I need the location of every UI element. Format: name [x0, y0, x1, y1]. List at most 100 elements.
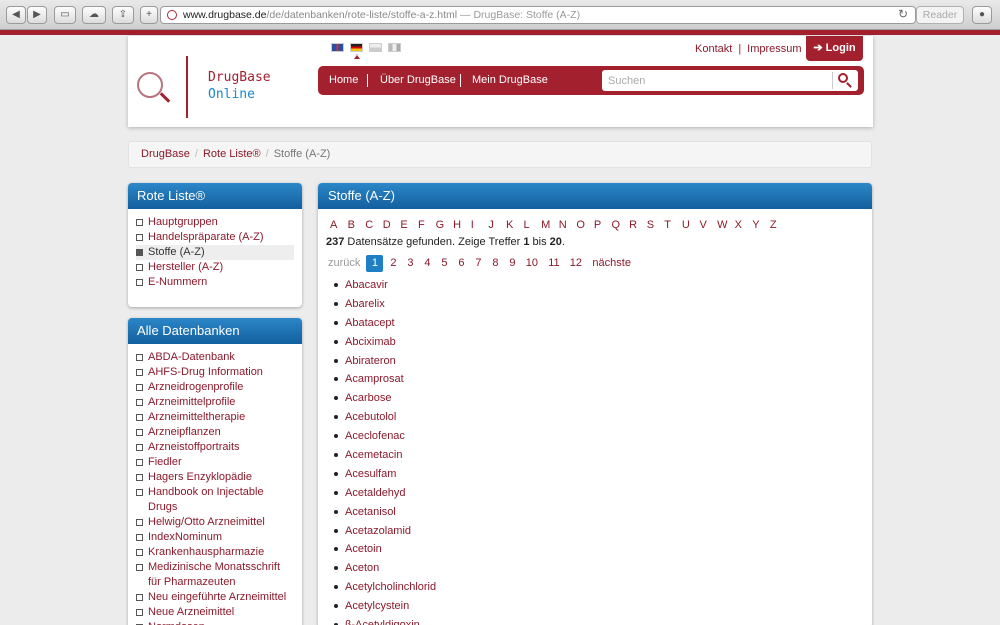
datenbank-item[interactable]: Arzneimitteltherapie: [136, 410, 294, 425]
result-item[interactable]: Acetoin: [334, 542, 436, 561]
result-item[interactable]: Acesulfam: [334, 467, 436, 486]
flag-german-icon[interactable]: [350, 43, 363, 52]
share-icon[interactable]: ⇪: [112, 6, 134, 24]
result-item[interactable]: Acetaldehyd: [334, 486, 436, 505]
letter-link[interactable]: H: [453, 219, 471, 231]
reload-icon[interactable]: ↻: [898, 7, 912, 21]
impressum-link[interactable]: Impressum: [747, 43, 801, 55]
result-item[interactable]: Aceton: [334, 561, 436, 580]
result-item[interactable]: Abarelix: [334, 297, 436, 316]
downloads-icon[interactable]: ●: [972, 6, 992, 24]
result-item[interactable]: Acetazolamid: [334, 524, 436, 543]
pager-page-link[interactable]: 6: [454, 255, 468, 272]
result-item[interactable]: Abciximab: [334, 335, 436, 354]
logo-text-online[interactable]: Online: [208, 87, 255, 102]
pager-page-link[interactable]: 9: [505, 255, 519, 272]
datenbank-item[interactable]: Arzneimittelprofile: [136, 395, 294, 410]
letter-link[interactable]: R: [629, 219, 647, 231]
rote-liste-item[interactable]: Stoffe (A-Z): [136, 245, 294, 260]
rote-liste-item[interactable]: Hauptgruppen: [136, 215, 294, 230]
letter-link[interactable]: J: [488, 219, 506, 231]
rote-liste-item[interactable]: E-Nummern: [136, 275, 294, 290]
result-item[interactable]: Acemetacin: [334, 448, 436, 467]
result-item[interactable]: Abacavir: [334, 278, 436, 297]
pager-page-link[interactable]: 3: [403, 255, 417, 272]
rote-liste-item[interactable]: Handelspräparate (A-Z): [136, 230, 294, 245]
datenbank-item[interactable]: Hagers Enzyklopädie: [136, 470, 294, 485]
flag-english-icon[interactable]: [331, 43, 344, 52]
letter-link[interactable]: I: [471, 219, 489, 231]
letter-link[interactable]: T: [664, 219, 682, 231]
pager-page-link[interactable]: 11: [544, 255, 563, 272]
pager-page-link[interactable]: 5: [437, 255, 451, 272]
letter-link[interactable]: S: [647, 219, 665, 231]
pager-page-link[interactable]: 12: [566, 255, 585, 272]
pager-page-link[interactable]: 2: [386, 255, 400, 272]
letter-link[interactable]: K: [506, 219, 524, 231]
letter-link[interactable]: E: [400, 219, 418, 231]
logo-text-drugbase[interactable]: DrugBase: [208, 70, 271, 85]
datenbank-item[interactable]: Arzneistoffportraits: [136, 440, 294, 455]
icloud-icon[interactable]: ☁: [82, 6, 106, 24]
letter-link[interactable]: V: [699, 219, 717, 231]
search-button[interactable]: [832, 72, 854, 89]
letter-link[interactable]: G: [436, 219, 454, 231]
result-item[interactable]: Acetanisol: [334, 505, 436, 524]
result-item[interactable]: Acetylcholinchlorid: [334, 580, 436, 599]
datenbank-item[interactable]: Normdosen: [136, 620, 294, 625]
datenbank-item[interactable]: Arzneidrogenprofile: [136, 380, 294, 395]
result-item[interactable]: β-Acetyldigoxin: [334, 618, 436, 625]
letter-link[interactable]: P: [594, 219, 612, 231]
pager-page-link[interactable]: 7: [471, 255, 485, 272]
letter-link[interactable]: C: [365, 219, 383, 231]
datenbank-item[interactable]: Handbook on Injectable Drugs: [136, 485, 294, 515]
bookmarks-icon[interactable]: ▭: [54, 6, 76, 24]
letter-link[interactable]: Z: [770, 219, 788, 231]
new-tab-icon[interactable]: +: [140, 6, 158, 24]
datenbank-item[interactable]: Helwig/Otto Arzneimittel: [136, 515, 294, 530]
result-item[interactable]: Acetylcystein: [334, 599, 436, 618]
datenbank-item[interactable]: Neue Arzneimittel: [136, 605, 294, 620]
flag-italian-icon[interactable]: [388, 43, 401, 52]
nav-mein-drugbase[interactable]: Mein DrugBase: [472, 66, 548, 94]
result-item[interactable]: Abatacept: [334, 316, 436, 335]
rote-liste-item[interactable]: Hersteller (A-Z): [136, 260, 294, 275]
datenbank-item[interactable]: Fiedler: [136, 455, 294, 470]
result-item[interactable]: Aceclofenac: [334, 429, 436, 448]
letter-link[interactable]: X: [735, 219, 753, 231]
datenbank-item[interactable]: Arzneipflanzen: [136, 425, 294, 440]
pager-next[interactable]: nächste: [592, 255, 631, 272]
flag-russian-icon[interactable]: [369, 43, 382, 52]
letter-link[interactable]: W: [717, 219, 735, 231]
letter-link[interactable]: F: [418, 219, 436, 231]
breadcrumb-rote-liste[interactable]: Rote Liste®: [203, 148, 261, 160]
letter-link[interactable]: D: [383, 219, 401, 231]
result-item[interactable]: Abirateron: [334, 354, 436, 373]
nav-ueber-drugbase[interactable]: Über DrugBase: [380, 66, 456, 94]
letter-link[interactable]: Y: [752, 219, 770, 231]
back-icon[interactable]: ◀: [6, 6, 26, 24]
datenbank-item[interactable]: Neu eingeführte Arzneimittel: [136, 590, 294, 605]
datenbank-item[interactable]: AHFS-Drug Information: [136, 365, 294, 380]
letter-link[interactable]: U: [682, 219, 700, 231]
result-item[interactable]: Acarbose: [334, 391, 436, 410]
datenbank-item[interactable]: IndexNominum: [136, 530, 294, 545]
letter-link[interactable]: Q: [612, 219, 630, 231]
datenbank-item[interactable]: ABDA-Datenbank: [136, 350, 294, 365]
kontakt-link[interactable]: Kontakt: [695, 43, 732, 55]
search-input[interactable]: [602, 70, 830, 91]
address-bar[interactable]: www.drugbase.de/de/datenbanken/rote-list…: [160, 6, 916, 24]
pager-page-link[interactable]: 8: [488, 255, 502, 272]
reader-button[interactable]: Reader: [916, 6, 964, 24]
letter-link[interactable]: N: [559, 219, 577, 231]
login-button[interactable]: ➔ Login: [806, 36, 863, 61]
forward-icon[interactable]: ▶: [27, 6, 47, 24]
pager-page-link[interactable]: 10: [522, 255, 541, 272]
letter-link[interactable]: O: [576, 219, 594, 231]
result-item[interactable]: Acebutolol: [334, 410, 436, 429]
breadcrumb-drugbase[interactable]: DrugBase: [141, 148, 190, 160]
letter-link[interactable]: M: [541, 219, 559, 231]
result-item[interactable]: Acamprosat: [334, 372, 436, 391]
datenbank-item[interactable]: Krankenhauspharmazie: [136, 545, 294, 560]
letter-link[interactable]: B: [348, 219, 366, 231]
